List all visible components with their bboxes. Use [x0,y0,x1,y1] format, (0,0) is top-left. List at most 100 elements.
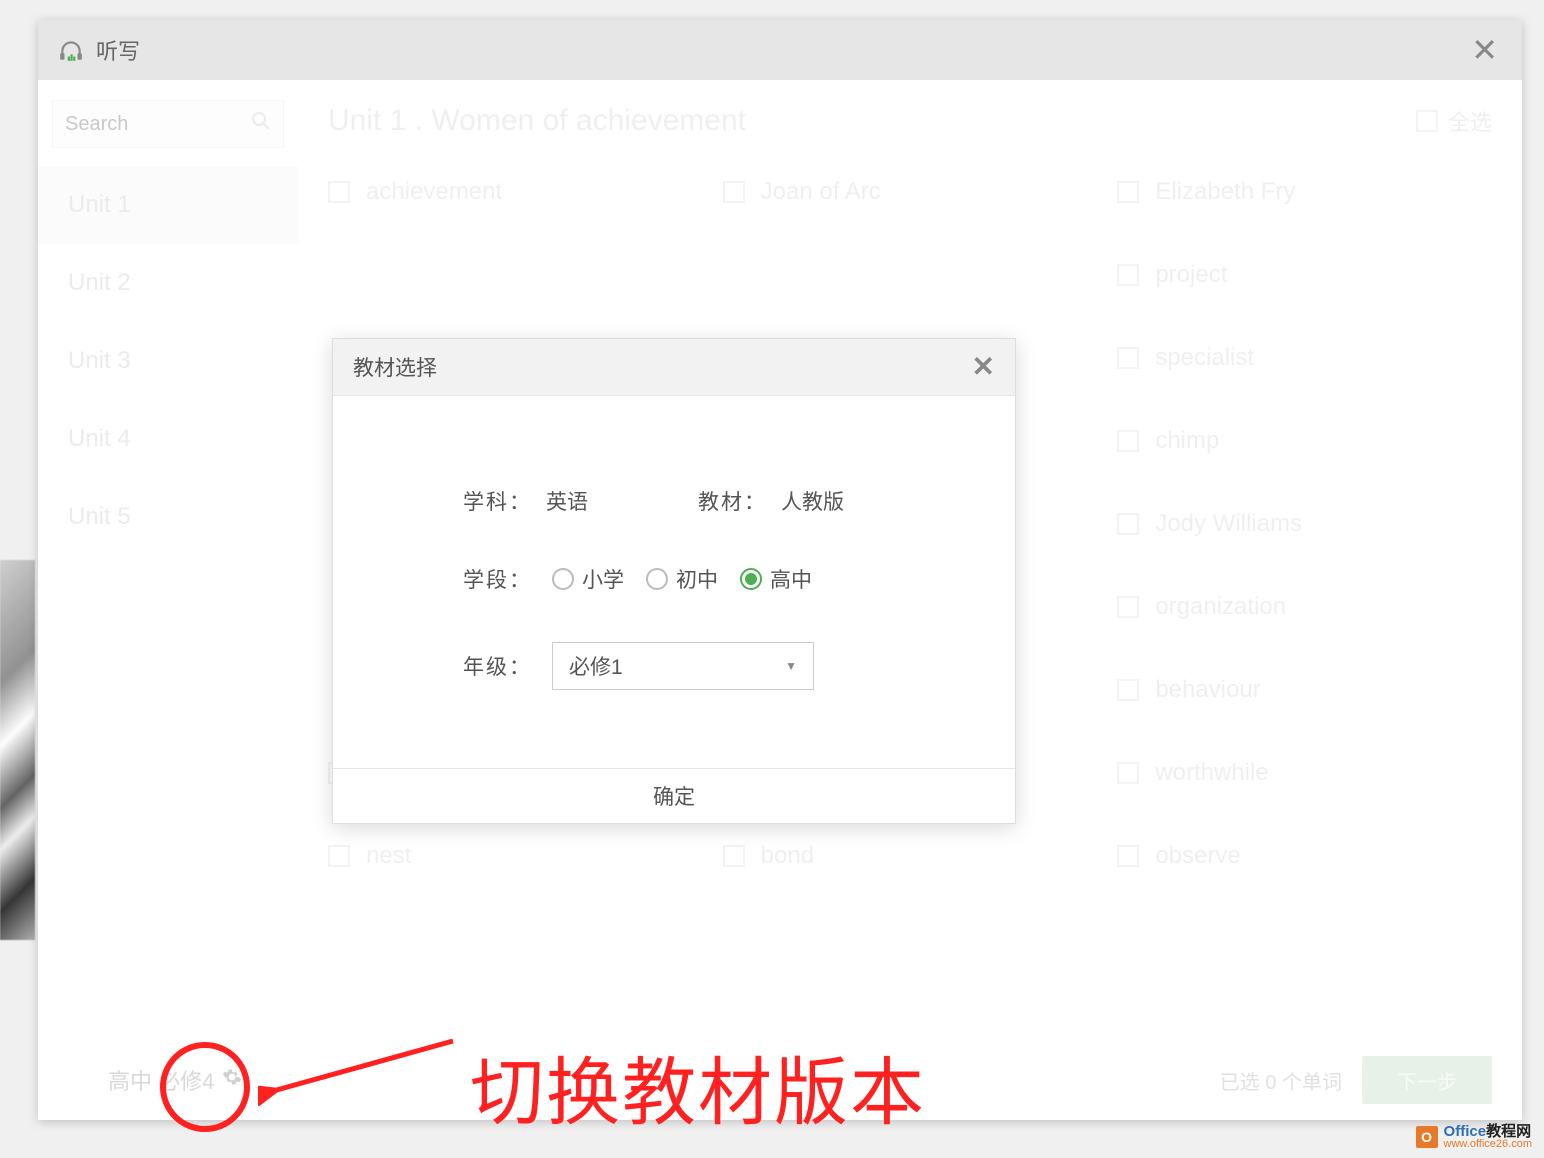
select-all[interactable]: 全选 [1416,105,1492,137]
word-label: Joan of Arc [761,178,881,206]
word-item[interactable]: achievement [328,178,703,206]
window-title: 听写 [96,34,140,66]
level-label: 学段： [463,564,532,594]
annotation-circle [160,1042,250,1132]
watermark-icon: O [1416,1126,1438,1148]
word-checkbox[interactable] [1117,181,1139,203]
word-item[interactable]: worthwhile [1117,759,1492,787]
close-icon[interactable]: ✕ [1471,34,1498,66]
word-label: specialist [1155,344,1254,372]
modal-row-subject: 学科： 英语 教材： 人教版 [463,486,955,516]
unit-label: Unit 1 [68,191,131,219]
select-all-label: 全选 [1448,105,1492,137]
word-label: nest [366,842,411,870]
unit-label: Unit 4 [68,425,131,453]
watermark-line2: www.office26.com [1444,1139,1532,1150]
word-label: behaviour [1155,676,1260,704]
radio-label: 小学 [582,564,624,594]
grade-value: 必修1 [569,651,623,681]
app-body: Unit 1 Unit 2 Unit 3 Unit 4 Unit 5 Unit … [38,80,1522,1040]
selected-count: 已选 0 个单词 [1220,1066,1342,1095]
search-box[interactable] [52,100,284,148]
radio-label: 高中 [770,564,812,594]
word-item[interactable]: specialist [1117,344,1492,372]
word-item[interactable]: observe [1117,842,1492,870]
level-radio-group: 小学 初中 高中 [552,564,812,594]
sidebar-item-unit3[interactable]: Unit 3 [38,322,298,400]
word-label: achievement [366,178,502,206]
modal-row-level: 学段： 小学 初中 高中 [463,564,955,594]
radio-circle[interactable] [552,568,574,590]
grade-dropdown[interactable]: 必修1 ▼ [552,642,814,690]
sidebar-item-unit2[interactable]: Unit 2 [38,244,298,322]
word-label: worthwhile [1155,759,1268,787]
word-label: organization [1155,593,1286,621]
word-item[interactable]: Joan of Arc [723,178,1098,206]
unit-label: Unit 5 [68,503,131,531]
word-item[interactable] [723,261,1098,289]
subject-label: 学科： [463,486,532,516]
next-label: 下一步 [1397,1066,1457,1095]
background-decoration [0,560,35,940]
radio-primary[interactable]: 小学 [552,564,624,594]
title-bar: 听写 ✕ [38,20,1522,80]
word-checkbox[interactable] [1117,513,1139,535]
select-all-checkbox[interactable] [1416,110,1438,132]
annotation-text: 切换教材版本 [470,1033,926,1140]
word-item[interactable]: behaviour [1117,676,1492,704]
sidebar-item-unit5[interactable]: Unit 5 [38,478,298,556]
footer-right: 已选 0 个单词 下一步 [1220,1056,1492,1104]
radio-senior[interactable]: 高中 [740,564,812,594]
word-checkbox[interactable] [1117,264,1139,286]
word-checkbox[interactable] [1117,347,1139,369]
modal-row-grade: 年级： 必修1 ▼ [463,642,955,690]
word-item[interactable]: bond [723,842,1098,870]
modal-close-icon[interactable]: ✕ [972,350,995,383]
word-checkbox[interactable] [1117,430,1139,452]
search-input[interactable] [65,113,271,136]
radio-circle[interactable] [740,568,762,590]
annotation-arrow-icon [258,1036,458,1106]
chevron-down-icon: ▼ [785,659,797,673]
next-button[interactable]: 下一步 [1362,1056,1492,1104]
modal-header: 教材选择 ✕ [333,339,1015,396]
modal-title: 教材选择 [353,352,972,382]
word-checkbox[interactable] [1117,679,1139,701]
sidebar: Unit 1 Unit 2 Unit 3 Unit 4 Unit 5 [38,80,298,1040]
word-item[interactable]: Elizabeth Fry [1117,178,1492,206]
textbook-select-modal: 教材选择 ✕ 学科： 英语 教材： 人教版 学段： [332,338,1016,824]
main-window: 听写 ✕ Unit 1 Unit 2 Unit 3 Unit 4 Unit 5 … [38,20,1522,1120]
word-checkbox[interactable] [328,845,350,867]
radio-circle[interactable] [646,568,668,590]
textbook-value: 人教版 [781,486,844,516]
word-item[interactable] [328,261,703,289]
sidebar-item-unit4[interactable]: Unit 4 [38,400,298,478]
radio-label: 初中 [676,564,718,594]
word-label: bond [761,842,814,870]
radio-junior[interactable]: 初中 [646,564,718,594]
content-header: Unit 1 . Women of achievement 全选 [328,104,1492,138]
word-label: Jody Williams [1155,510,1302,538]
modal-confirm-button[interactable]: 确定 [333,768,1015,823]
word-item[interactable]: Jody Williams [1117,510,1492,538]
word-item[interactable]: project [1117,261,1492,289]
sidebar-item-unit1[interactable]: Unit 1 [38,166,298,244]
word-item[interactable]: organization [1117,593,1492,621]
word-checkbox[interactable] [328,181,350,203]
word-label: chimp [1155,427,1219,455]
word-checkbox[interactable] [1117,762,1139,784]
word-checkbox[interactable] [1117,596,1139,618]
confirm-label: 确定 [653,781,695,811]
word-item[interactable]: chimp [1117,427,1492,455]
watermark: O Office教程网 www.office26.com [1416,1124,1532,1150]
word-label: project [1155,261,1227,289]
word-checkbox[interactable] [723,181,745,203]
word-item[interactable]: nest [328,842,703,870]
word-checkbox[interactable] [723,845,745,867]
word-checkbox[interactable] [1117,845,1139,867]
word-label: observe [1155,842,1240,870]
word-label: Elizabeth Fry [1155,178,1295,206]
search-icon[interactable] [251,111,271,137]
watermark-line1: Office教程网 [1444,1124,1532,1139]
grade-label: 年级： [463,651,532,681]
